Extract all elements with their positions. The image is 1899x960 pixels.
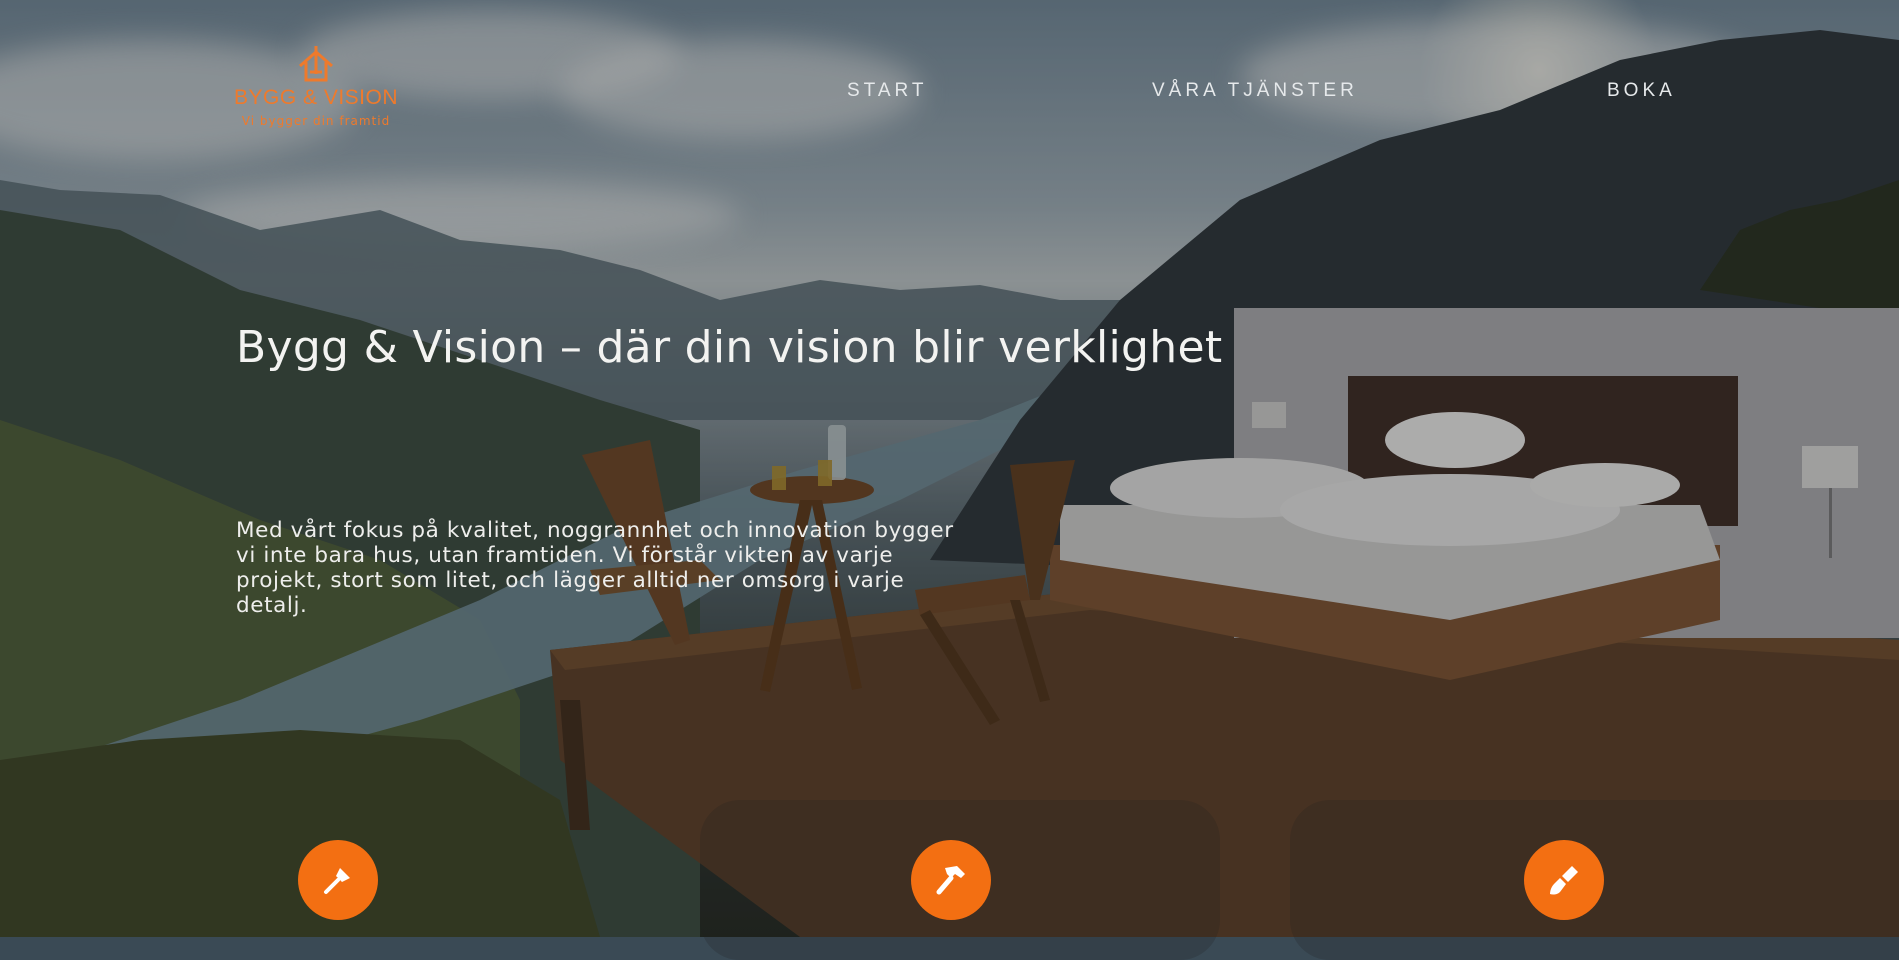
hero-background-image xyxy=(0,0,1899,937)
trowel-icon xyxy=(324,868,350,894)
brand-name: BYGG & VISION xyxy=(233,86,399,109)
brand-tagline: Vi bygger din framtid xyxy=(241,114,391,128)
brand-logo[interactable]: BYGG & VISION Vi bygger din framtid xyxy=(226,44,406,128)
nav-link-services[interactable]: VÅRA TJÄNSTER xyxy=(1152,80,1358,102)
nav-link-start[interactable]: START xyxy=(847,80,928,102)
hammer-icon xyxy=(936,866,965,895)
service-trowel-button[interactable] xyxy=(298,840,378,920)
service-hammer-button[interactable] xyxy=(911,840,991,920)
paint-brush-icon xyxy=(1550,866,1578,895)
service-paint-brush-button[interactable] xyxy=(1524,840,1604,920)
nav-link-book[interactable]: BOKA xyxy=(1607,80,1676,102)
house-roof-icon xyxy=(299,46,333,82)
hero-title: Bygg & Vision – där din vision blir verk… xyxy=(236,322,1223,373)
hero-description: Med vårt fokus på kvalitet, noggrannhet … xyxy=(236,518,954,618)
